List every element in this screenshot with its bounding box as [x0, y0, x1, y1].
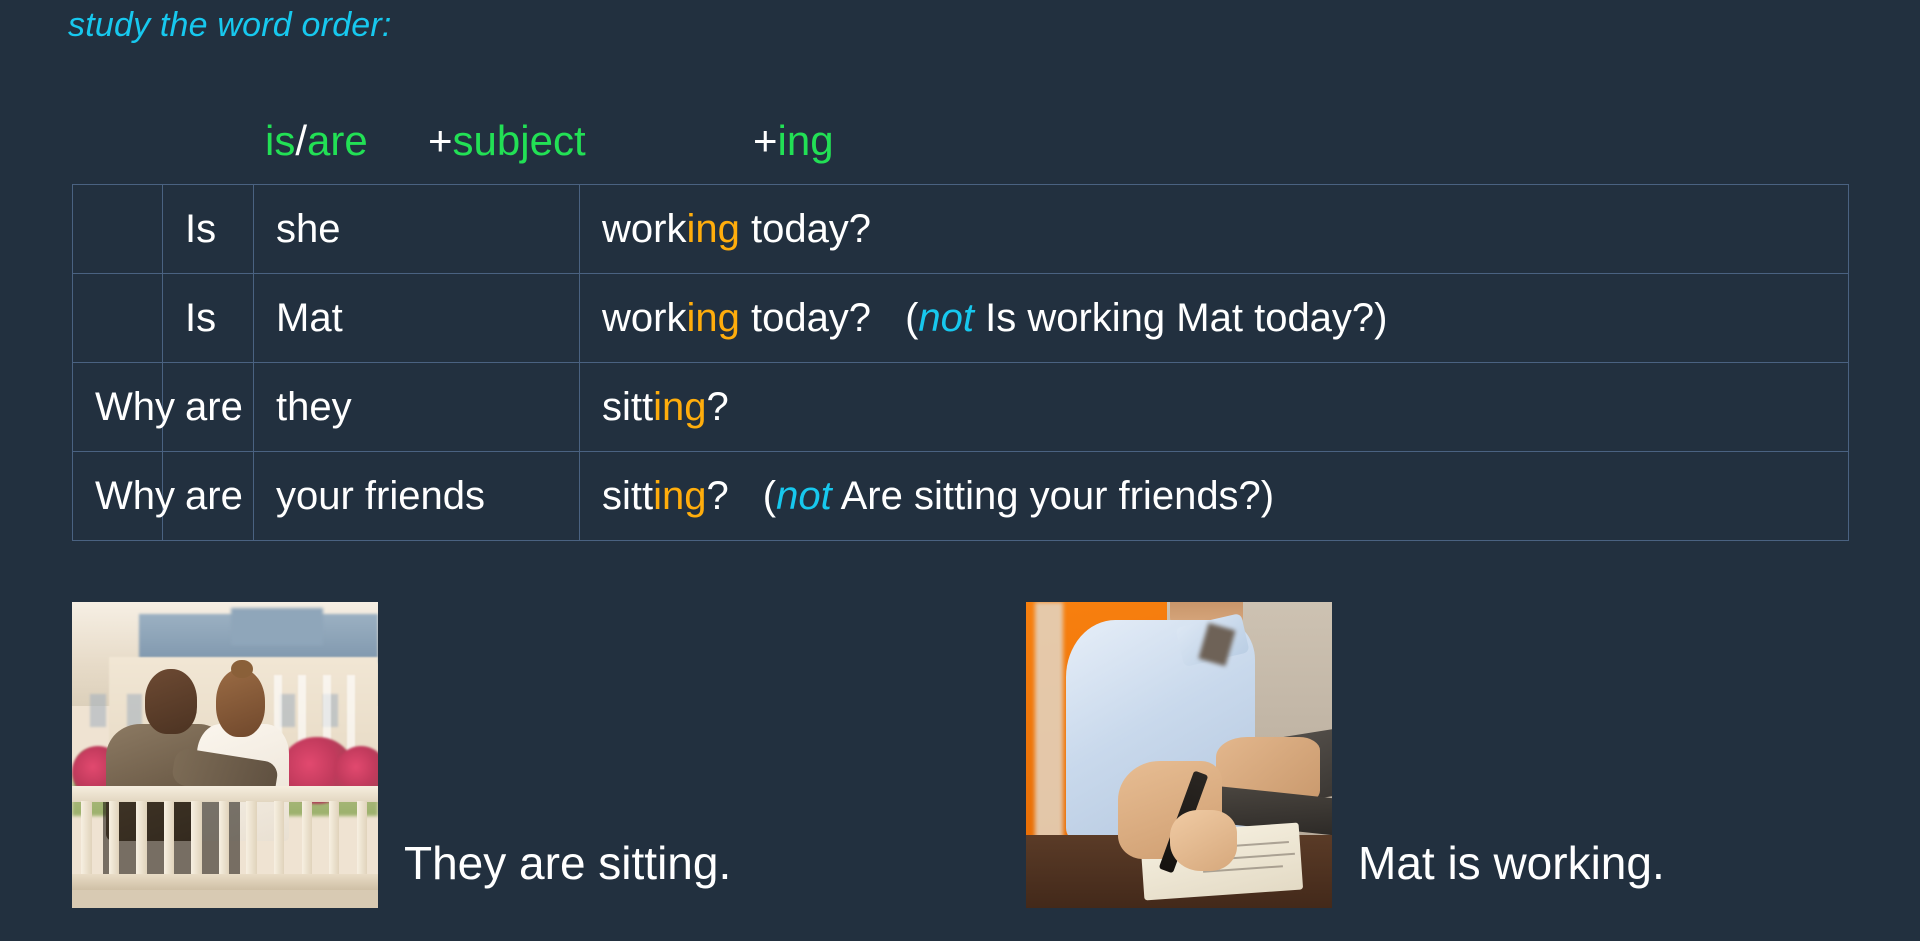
- note-not: not: [918, 295, 974, 340]
- formula-subject-plus: +: [428, 117, 453, 164]
- cell-why: [72, 273, 163, 363]
- bench-bottom-rail: [72, 874, 378, 890]
- window: [90, 693, 106, 728]
- bench-slat: [301, 800, 312, 878]
- table-row: Is she working today?: [72, 184, 1849, 274]
- verb-ing: ing: [686, 206, 740, 251]
- bench-slat: [136, 800, 147, 878]
- cell-aux: Is: [162, 184, 254, 274]
- formula-aux-is: is: [265, 117, 296, 164]
- verb-stem: sitt: [602, 473, 654, 518]
- bench-slat: [108, 800, 120, 878]
- word-order-table: Is she working today? Is Mat working tod…: [72, 184, 1849, 541]
- bench-slat: [191, 800, 202, 878]
- bench-slat: [356, 800, 367, 878]
- verb-tail: today?: [739, 206, 872, 251]
- bench-slat: [329, 800, 340, 878]
- cell-verb-phrase: sitting? (not Are sitting your friends?): [579, 451, 1849, 541]
- formula-subject-word: subject: [452, 117, 586, 164]
- verb-ing: ing: [653, 384, 707, 429]
- cell-subject: Mat: [253, 273, 580, 363]
- verb-tail: today?: [739, 295, 872, 340]
- caption-mat-is-working: Mat is working.: [1358, 837, 1665, 889]
- formula-ing-plus: +: [753, 117, 778, 164]
- formula-header-row: is/are +subject +ing: [72, 113, 1848, 169]
- formula-aux-group: is/are: [265, 117, 428, 165]
- table-row: Is Mat working today? (not Is working Mat…: [72, 273, 1849, 363]
- cell-aux: are: [162, 451, 254, 541]
- bench-base: [72, 889, 378, 908]
- woman-hair-bun: [231, 660, 253, 679]
- verb-tail: ?: [706, 384, 729, 429]
- bench-slat: [218, 800, 230, 878]
- formula-aux-are: are: [307, 117, 368, 164]
- cell-subject: your friends: [253, 451, 580, 541]
- cell-why: [72, 184, 163, 274]
- page-title: study the word order:: [68, 6, 392, 44]
- cell-aux: Is: [162, 273, 254, 363]
- mansion-roof-2: [231, 608, 323, 645]
- note-not: not: [776, 473, 832, 518]
- note-rest: Are sitting your friends?): [831, 473, 1275, 518]
- bench-slat: [81, 800, 92, 878]
- cell-subject: she: [253, 184, 580, 274]
- table-row: Why are your friends sitting? (not Are si…: [72, 451, 1849, 541]
- caption-they-are-sitting: They are sitting.: [404, 837, 732, 889]
- bench-top-rail: [72, 785, 378, 803]
- table-row: Why are they sitting?: [72, 362, 1849, 452]
- formula-aux-slash: /: [295, 117, 308, 164]
- verb-stem: work: [602, 206, 687, 251]
- cell-why: Why: [72, 451, 175, 541]
- window: [127, 693, 143, 728]
- note-open-paren: (: [905, 295, 919, 340]
- verb-ing: ing: [686, 295, 740, 340]
- verb-ing: ing: [653, 473, 707, 518]
- example-block-sitting: They are sitting.: [72, 602, 731, 908]
- cell-verb-phrase: sitting?: [579, 362, 1849, 452]
- cell-subject: they: [253, 362, 580, 452]
- wall-edge-light: [1035, 602, 1063, 841]
- woman-head: [215, 669, 265, 737]
- formula-subject-group: +subject: [428, 117, 753, 165]
- verb-stem: work: [602, 295, 687, 340]
- cell-aux: are: [162, 362, 254, 452]
- bench-slat: [163, 800, 175, 878]
- note-open-paren: (: [762, 473, 777, 518]
- bench-slat: [273, 800, 285, 878]
- cell-verb-phrase: working today?: [579, 184, 1849, 274]
- cell-why: Why: [72, 362, 175, 452]
- verb-tail: ?: [706, 473, 729, 518]
- example-block-working: Mat is working.: [1026, 602, 1665, 908]
- couple-sitting-on-bench-photo: [72, 602, 378, 908]
- verb-stem: sitt: [602, 384, 654, 429]
- note-rest: Is working Mat today?): [974, 295, 1388, 340]
- man-writing-at-desk-photo: [1026, 602, 1332, 908]
- formula-ing-word: ing: [777, 117, 834, 164]
- cell-verb-phrase: working today? (not Is working Mat today?…: [579, 273, 1849, 363]
- formula-ing-group: +ing: [753, 117, 1848, 165]
- writing-hand: [1169, 810, 1238, 872]
- bench-slat: [246, 800, 257, 878]
- window: [280, 693, 296, 728]
- man-head: [145, 669, 198, 734]
